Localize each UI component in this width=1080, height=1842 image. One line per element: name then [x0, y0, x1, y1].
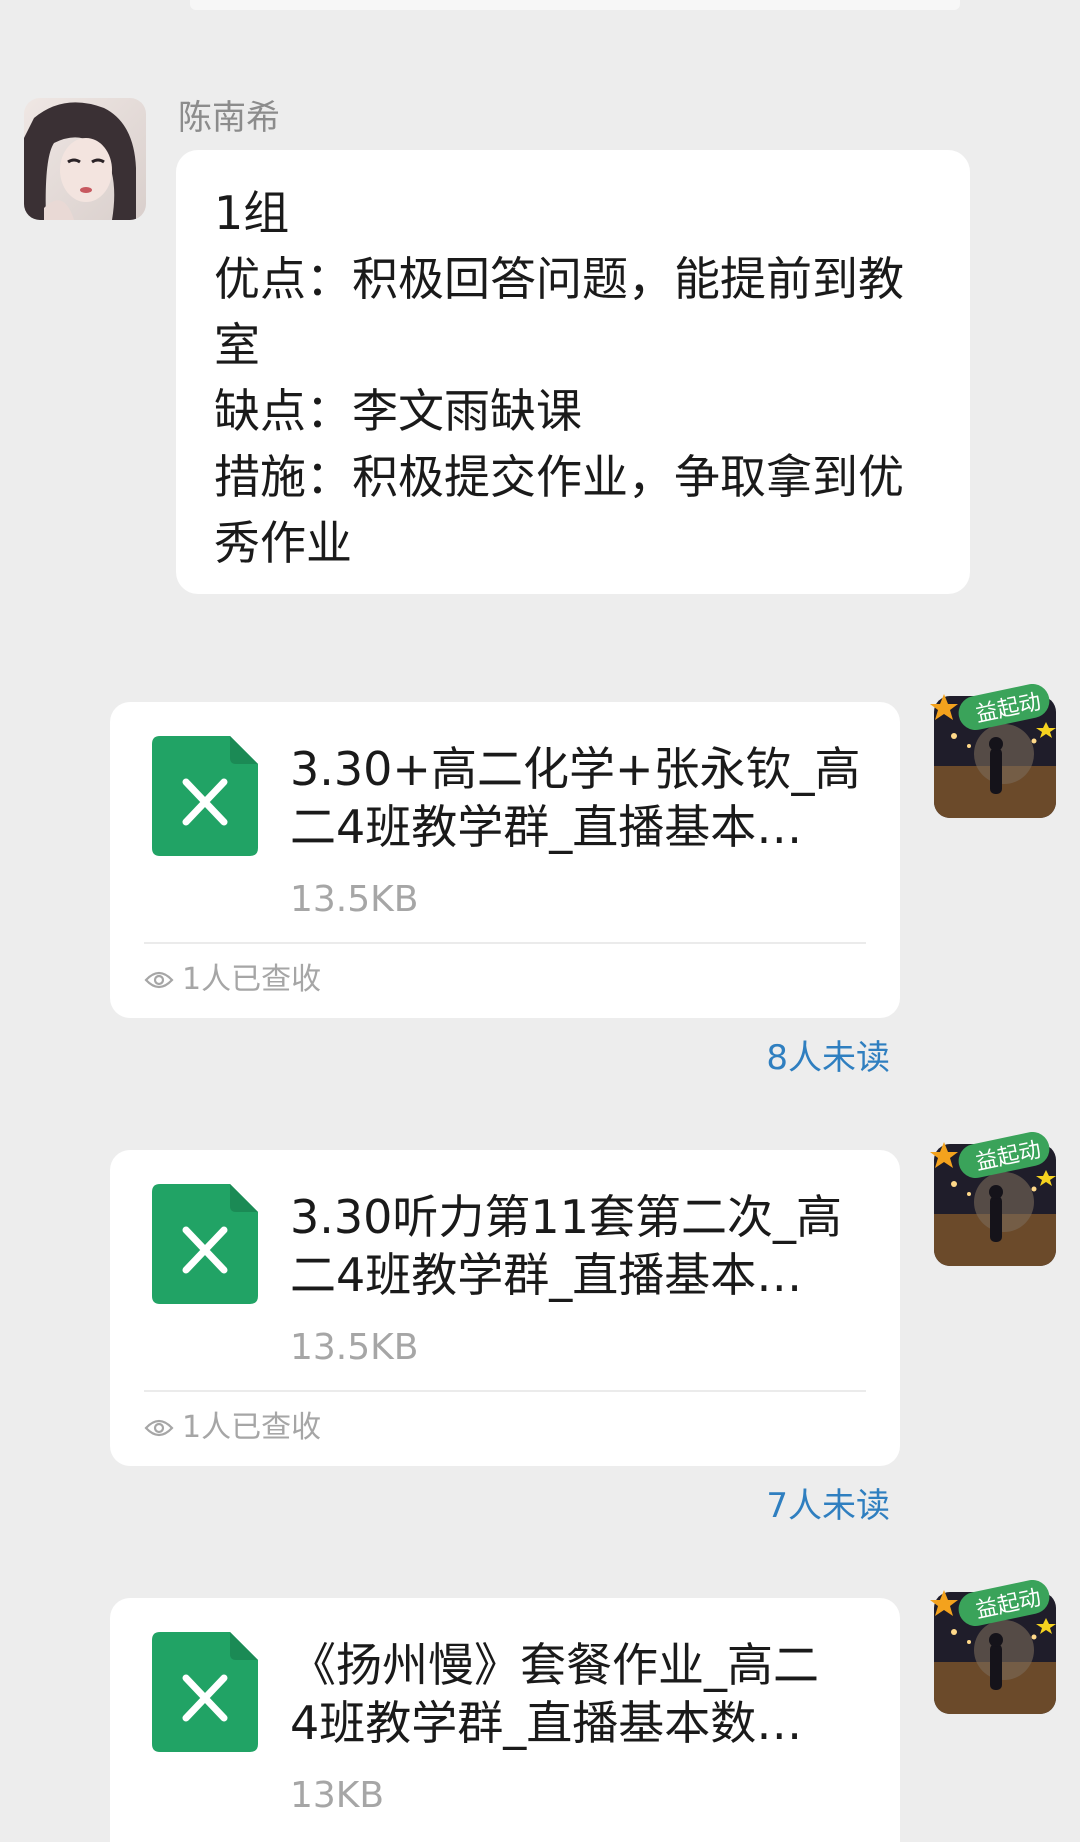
unread-count[interactable]: 7人未读 — [766, 1484, 890, 1528]
read-receipt[interactable]: 1人已查收 — [144, 958, 321, 1002]
sticker-badge: 益起动 — [928, 683, 1078, 744]
excel-file-icon — [152, 1184, 258, 1304]
message-line: 措施：积极提交作业，争取拿到优 — [214, 450, 904, 504]
card-divider — [144, 942, 866, 944]
file-message-card[interactable]: 《扬州慢》套餐作业_高二 4班教学群_直播基本数… 13KB — [110, 1598, 900, 1842]
file-size: 13.5KB — [290, 1327, 419, 1368]
file-size: 13KB — [290, 1775, 385, 1816]
file-size: 13.5KB — [290, 879, 419, 920]
sender-avatar[interactable] — [24, 98, 146, 220]
sticker-badge: 益起动 — [928, 1579, 1078, 1640]
unread-count[interactable]: 8人未读 — [766, 1036, 890, 1080]
excel-file-icon — [152, 736, 258, 856]
sticker-badge: 益起动 — [928, 1131, 1078, 1192]
text-message-bubble[interactable]: 1组 优点：积极回答问题，能提前到教 室 缺点：李文雨缺课 措施：积极提交作业，… — [176, 150, 970, 594]
read-count: 1人已查收 — [182, 1410, 322, 1445]
read-receipt[interactable]: 1人已查收 — [144, 1406, 321, 1450]
previous-message-edge — [190, 0, 960, 10]
file-message-card[interactable]: 3.30+高二化学+张永钦_高 二4班教学群_直播基本… 13.5KB 1人已查… — [110, 702, 900, 1018]
message-line: 缺点：李文雨缺课 — [214, 384, 582, 438]
message-line: 1组 — [214, 186, 290, 240]
card-divider — [144, 1390, 866, 1392]
message-line: 室 — [214, 318, 260, 372]
read-count: 1人已查收 — [182, 962, 322, 997]
eye-icon — [144, 1419, 174, 1437]
file-name: 《扬州慢》套餐作业_高二 4班教学群_直播基本数… — [290, 1638, 819, 1750]
sender-name: 陈南希 — [178, 98, 280, 138]
excel-file-icon — [152, 1632, 258, 1752]
message-line: 优点：积极回答问题，能提前到教 — [214, 252, 904, 306]
eye-icon — [144, 971, 174, 989]
file-message-card[interactable]: 3.30听力第11套第二次_高 二4班教学群_直播基本… 13.5KB 1人已查… — [110, 1150, 900, 1466]
file-name: 3.30听力第11套第二次_高 二4班教学群_直播基本… — [290, 1190, 842, 1302]
message-line: 秀作业 — [214, 516, 352, 570]
file-name: 3.30+高二化学+张永钦_高 二4班教学群_直播基本… — [290, 742, 860, 854]
